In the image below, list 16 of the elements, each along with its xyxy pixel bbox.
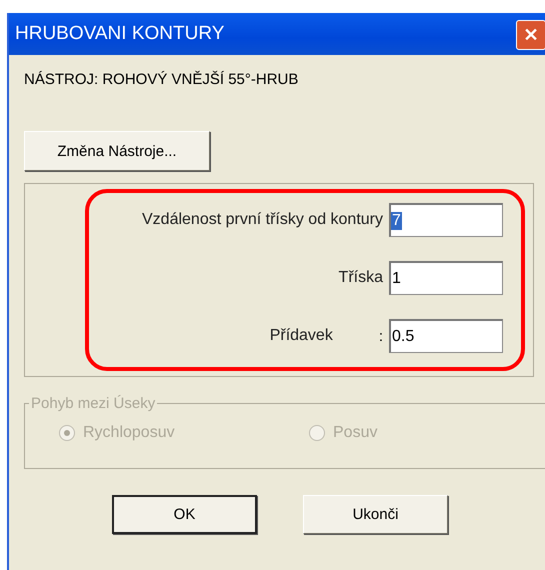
field-label: Tříska [338,269,383,287]
field-label: Vzdálenost první třísky od kontury [142,211,383,229]
change-tool-button[interactable]: Změna Nástroje... [24,131,210,171]
input-field[interactable]: 1 [389,261,503,295]
radio-label: Rychloposuv [83,424,175,442]
colon-separator: : [378,328,383,344]
close-button[interactable]: ✕ [516,20,545,50]
tool-label: NÁSTROJ: ROHOVÝ VNĚJŠÍ 55°-HRUB [24,71,300,90]
window-title: HRUBOVANI KONTURY [15,23,224,45]
dialog-button[interactable]: OK [112,495,257,534]
field-label: Přídavek [270,327,333,345]
radio-label: Posuv [333,424,378,442]
dialog-button[interactable]: Ukonči [303,495,448,534]
input-field[interactable]: 7 [389,203,503,237]
group-title: Pohyb mezi Úseky [30,395,156,412]
input-field[interactable]: 0.5 [389,319,503,353]
